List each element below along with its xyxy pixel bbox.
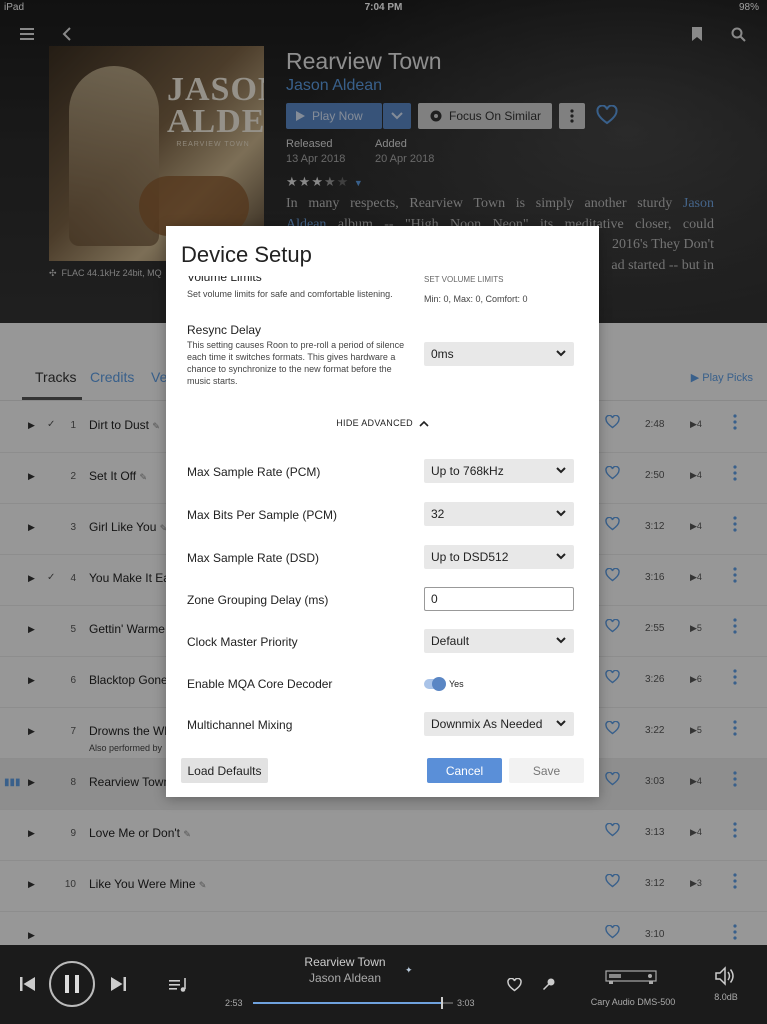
cancel-button[interactable]: Cancel xyxy=(427,758,502,783)
volume-limits-label: Volume Limits xyxy=(187,276,262,284)
seek-bar-thumb[interactable] xyxy=(441,997,443,1009)
volume-limits-desc: Set volume limits for safe and comfortab… xyxy=(187,289,393,299)
resync-delay-select[interactable]: 0ms xyxy=(424,342,574,366)
clock-master-select[interactable]: Default xyxy=(424,629,574,653)
max-sample-rate-dsd-select[interactable]: Up to DSD512 xyxy=(424,545,574,569)
chevron-down-icon xyxy=(556,350,566,357)
zone-grouping-delay-label: Zone Grouping Delay (ms) xyxy=(187,593,329,607)
save-button[interactable]: Save xyxy=(509,758,584,783)
clock-master-value: Default xyxy=(431,634,470,648)
multichannel-mixing-select[interactable]: Downmix As Needed xyxy=(424,712,574,736)
pin-icon[interactable] xyxy=(542,977,556,991)
multichannel-mixing-value: Downmix As Needed xyxy=(431,717,543,731)
max-sample-rate-dsd-label: Max Sample Rate (DSD) xyxy=(187,551,320,565)
chevron-down-icon xyxy=(556,553,566,560)
elapsed-time: 2:53 xyxy=(225,998,243,1008)
dialog-title: Device Setup xyxy=(181,242,312,267)
volume-limits-value[interactable]: Min: 0, Max: 0, Comfort: 0 xyxy=(424,293,528,305)
volume-level[interactable]: 8.0dB xyxy=(706,992,746,1002)
resync-delay-label: Resync Delay xyxy=(187,323,262,337)
device-setup-dialog: Device Setup Volume Limits Set volume li… xyxy=(166,226,599,797)
now-playing-title[interactable]: Rearview Town xyxy=(0,955,690,969)
zone-name[interactable]: Cary Audio DMS-500 xyxy=(560,997,706,1007)
zone-grouping-delay-input[interactable]: 0 xyxy=(424,587,574,611)
max-sample-rate-pcm-label: Max Sample Rate (PCM) xyxy=(187,465,321,479)
hide-advanced-label: HIDE ADVANCED xyxy=(336,418,413,428)
hide-advanced-toggle[interactable]: HIDE ADVANCED xyxy=(166,418,599,428)
load-defaults-button[interactable]: Load Defaults xyxy=(181,758,268,783)
total-time: 3:03 xyxy=(457,998,475,1008)
mqa-decoder-value: Yes xyxy=(449,679,464,689)
max-sample-rate-pcm-select[interactable]: Up to 768kHz xyxy=(424,459,574,483)
seek-bar[interactable] xyxy=(253,997,453,1009)
volume-limits-header[interactable]: SET VOLUME LIMITS xyxy=(424,276,503,286)
chevron-down-icon xyxy=(556,510,566,517)
now-playing-bar: Rearview Town Jason Aldean ✦ 2:53 3:03 C… xyxy=(0,945,767,1024)
max-sample-rate-dsd-value: Up to DSD512 xyxy=(431,550,509,564)
resync-delay-desc: This setting causes Roon to pre-roll a p… xyxy=(187,340,405,386)
heart-icon[interactable] xyxy=(507,978,522,992)
now-playing-artist[interactable]: Jason Aldean xyxy=(0,971,690,985)
chevron-up-icon xyxy=(419,420,429,427)
chevron-down-icon xyxy=(556,720,566,727)
max-bits-select[interactable]: 32 xyxy=(424,502,574,526)
max-bits-label: Max Bits Per Sample (PCM) xyxy=(187,508,338,522)
multichannel-mixing-label: Multichannel Mixing xyxy=(187,718,293,732)
device-icon[interactable] xyxy=(605,969,657,985)
mqa-decoder-label: Enable MQA Core Decoder xyxy=(187,677,333,691)
dialog-body: Volume Limits Set volume limits for safe… xyxy=(166,276,599,751)
sparkle-icon: ✦ xyxy=(405,965,413,975)
chevron-down-icon xyxy=(556,467,566,474)
max-bits-value: 32 xyxy=(431,507,445,521)
speaker-icon[interactable] xyxy=(714,966,736,986)
chevron-down-icon xyxy=(556,637,566,644)
clock-master-label: Clock Master Priority xyxy=(187,635,298,649)
resync-delay-value: 0ms xyxy=(431,347,454,361)
max-sample-rate-pcm-value: Up to 768kHz xyxy=(431,464,504,478)
toggle-knob xyxy=(432,677,446,691)
mqa-decoder-toggle[interactable] xyxy=(424,677,446,691)
seek-bar-fill xyxy=(253,1002,442,1004)
